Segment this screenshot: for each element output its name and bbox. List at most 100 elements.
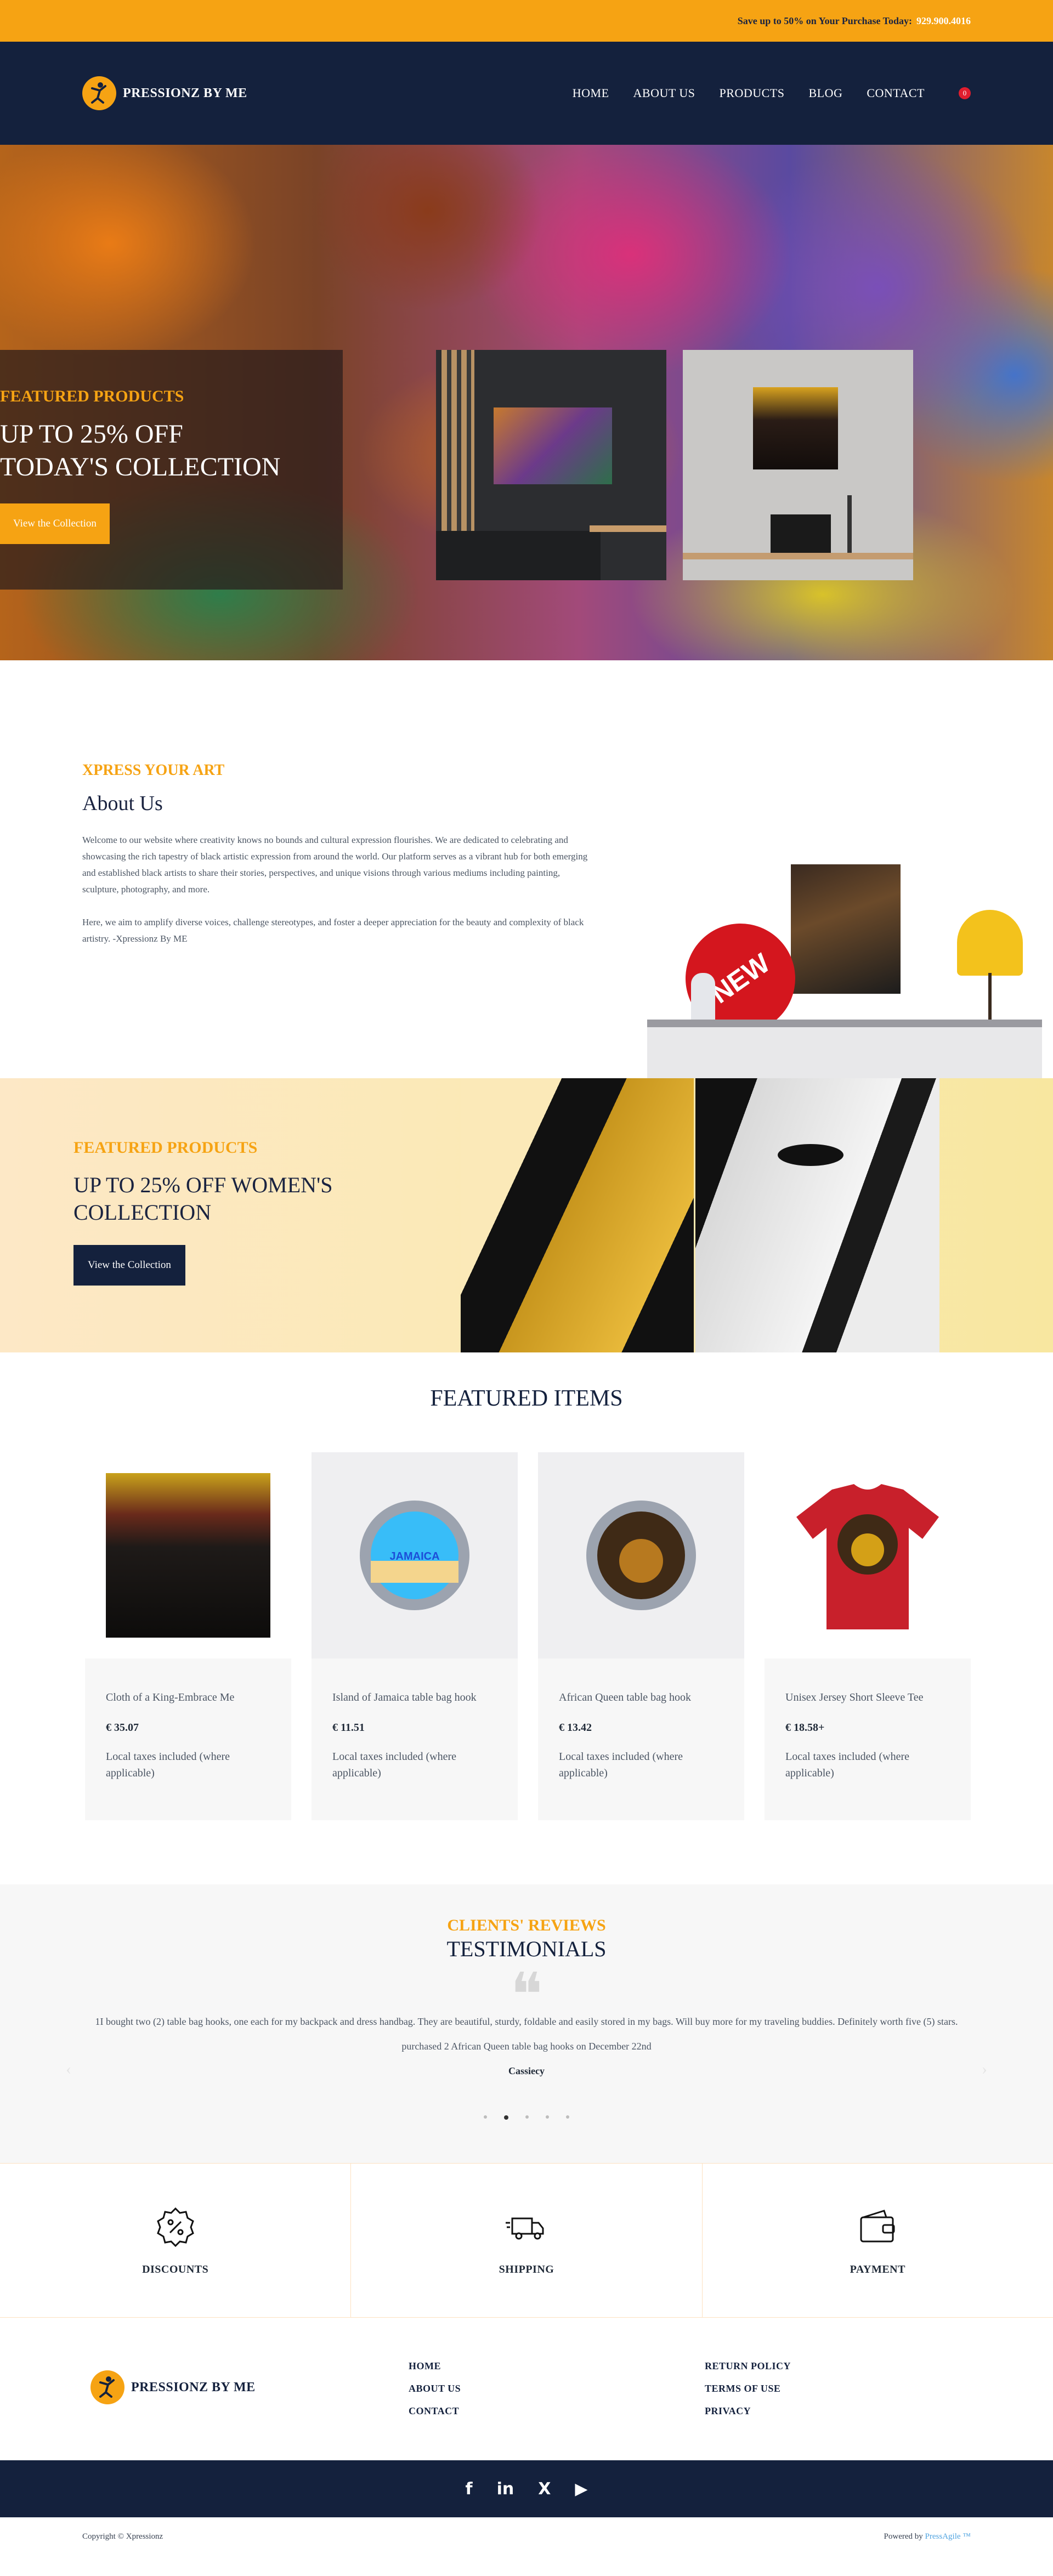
carousel-dot[interactable]	[546, 2115, 549, 2119]
product-card[interactable]: JAMAICA Island of Jamaica table bag hook…	[312, 1452, 518, 1820]
about-paragraph-1: Welcome to our website where creativity …	[82, 835, 588, 894]
nav-home[interactable]: HOME	[573, 86, 609, 100]
promo-text: Save up to 50% on Your Purchase Today:	[737, 15, 912, 26]
product-price: € 13.42	[559, 1722, 592, 1734]
nav-contact[interactable]: CONTACT	[867, 86, 925, 100]
gold-face-artwork	[461, 1078, 694, 1352]
about-section: XPRESS YOUR ART About Us Welcome to our …	[0, 660, 1053, 1083]
footer-logo-text: PRESSIONZ BY ME	[131, 2380, 256, 2394]
linkedin-icon[interactable]: in	[497, 2479, 514, 2499]
about-title: About Us	[82, 792, 163, 815]
product-name[interactable]: Unisex Jersey Short Sleeve Tee	[785, 1691, 950, 1704]
quote-icon: ❝	[510, 1960, 543, 2030]
product-price: € 18.58+	[785, 1722, 825, 1734]
phone-link[interactable]: 929.900.4016	[916, 15, 971, 27]
hero-room-image-1	[436, 350, 666, 580]
main-header: PRESSIONZ BY ME HOME ABOUT US PRODUCTS B…	[0, 42, 1053, 145]
product-name[interactable]: African Queen table bag hook	[559, 1691, 723, 1704]
about-text: XPRESS YOUR ART About Us Welcome to our …	[82, 762, 592, 947]
footer-link-terms[interactable]: TERMS OF USE	[705, 2383, 791, 2394]
footer-links-2: RETURN POLICY TERMS OF USE PRIVACY	[705, 2360, 791, 2417]
promo-title-line1: UP TO 25% OFF WOMEN'S	[73, 1173, 333, 1197]
product-name[interactable]: Island of Jamaica table bag hook	[332, 1691, 497, 1704]
shelf	[647, 1020, 1042, 1083]
hero-title: UP TO 25% OFF TODAY'S COLLECTION	[0, 418, 343, 484]
footer-link-return-policy[interactable]: RETURN POLICY	[705, 2360, 791, 2372]
about-image: NEW	[647, 715, 1053, 1083]
product-price: € 11.51	[332, 1722, 365, 1734]
nav-products[interactable]: PRODUCTS	[720, 86, 785, 100]
saxophone-painting	[791, 864, 901, 994]
product-tax-note: Local taxes included (where applicable)	[106, 1751, 230, 1779]
hook-label: JAMAICA	[389, 1550, 439, 1562]
site-logo[interactable]: PRESSIONZ BY ME	[82, 76, 247, 110]
footer-logo[interactable]: PRESSIONZ BY ME	[90, 2370, 256, 2404]
lamp	[957, 910, 1023, 976]
testimonial-reviewer: Cassiecy	[508, 2065, 545, 2076]
about-paragraph-2: Here, we aim to amplify diverse voices, …	[82, 917, 584, 944]
product-image[interactable]	[765, 1452, 971, 1658]
carousel-dot[interactable]	[504, 2115, 508, 2120]
logo-text: PRESSIONZ BY ME	[123, 86, 247, 100]
promo-topbar: Save up to 50% on Your Purchase Today: 9…	[0, 0, 1053, 42]
feature-discounts: DISCOUNTS	[0, 2164, 352, 2317]
promo-view-collection-button[interactable]: View the Collection	[73, 1245, 185, 1286]
footer-link-home[interactable]: HOME	[409, 2360, 461, 2372]
hero-view-collection-button[interactable]: View the Collection	[0, 503, 110, 544]
testimonials-title: TESTIMONIALS	[446, 1937, 607, 1961]
nav-about-us[interactable]: ABOUT US	[633, 86, 695, 100]
facebook-icon[interactable]: f	[466, 2479, 473, 2499]
copyright-text: Copyright © Xpressionz	[82, 2532, 163, 2541]
powered-brand-link[interactable]: PressAgile ™	[925, 2532, 971, 2541]
carousel-next-icon[interactable]: ›	[982, 2060, 987, 2079]
x-twitter-icon[interactable]: X	[538, 2479, 551, 2499]
product-grid: Cloth of a King-Embrace Me € 35.07 Local…	[85, 1452, 971, 1820]
product-card[interactable]: Unisex Jersey Short Sleeve Tee € 18.58+ …	[765, 1452, 971, 1820]
wallet-icon	[860, 2209, 895, 2242]
feature-label: PAYMENT	[850, 2263, 905, 2275]
product-price: € 35.07	[106, 1722, 139, 1734]
truck-icon	[505, 2217, 544, 2239]
carousel-dots	[0, 2115, 1053, 2120]
testimonials-section: CLIENTS' REVIEWS TESTIMONIALS ❝ 1I bough…	[0, 1884, 1053, 2163]
footer-link-about-us[interactable]: ABOUT US	[409, 2383, 461, 2394]
social-bar: f in X ▶	[0, 2460, 1053, 2517]
feature-label: DISCOUNTS	[142, 2263, 209, 2275]
product-tax-note: Local taxes included (where applicable)	[332, 1751, 457, 1779]
youtube-icon[interactable]: ▶	[575, 2479, 587, 2499]
feature-label: SHIPPING	[499, 2263, 554, 2275]
logo-icon	[90, 2370, 124, 2404]
carousel-dot[interactable]	[525, 2115, 529, 2119]
cart-count-badge[interactable]: 0	[959, 87, 971, 99]
site-footer: PRESSIONZ BY ME HOME ABOUT US CONTACT RE…	[0, 2318, 1053, 2460]
product-image[interactable]: JAMAICA	[312, 1452, 518, 1658]
hero-title-line1: UP TO 25% OFF	[0, 420, 183, 449]
hero-overlay: FEATURED PRODUCTS UP TO 25% OFF TODAY'S …	[0, 350, 343, 590]
product-name[interactable]: Cloth of a King-Embrace Me	[106, 1691, 270, 1704]
footer-links-1: HOME ABOUT US CONTACT	[409, 2360, 461, 2417]
carousel-prev-icon[interactable]: ‹	[66, 2060, 71, 2079]
feature-shipping: SHIPPING	[351, 2164, 703, 2317]
testimonial-purchase-note: purchased 2 African Queen table bag hook…	[401, 2041, 652, 2052]
product-card[interactable]: African Queen table bag hook € 13.42 Loc…	[538, 1452, 744, 1820]
carousel-dot[interactable]	[566, 2115, 569, 2119]
product-image[interactable]	[538, 1452, 744, 1658]
features-strip: DISCOUNTS SHIPPING PAYMENT	[0, 2163, 1053, 2318]
monochrome-face-artwork	[695, 1078, 939, 1352]
copyright-bar: Copyright © Xpressionz Powered by PressA…	[0, 2517, 1053, 2556]
nav-blog[interactable]: BLOG	[808, 86, 842, 100]
testimonials-kicker: CLIENTS' REVIEWS	[447, 1916, 606, 1934]
product-card[interactable]: Cloth of a King-Embrace Me € 35.07 Local…	[85, 1452, 291, 1820]
hero-title-line2: TODAY'S COLLECTION	[0, 452, 281, 482]
footer-link-privacy[interactable]: PRIVACY	[705, 2405, 791, 2417]
hero-banner: FEATURED PRODUCTS UP TO 25% OFF TODAY'S …	[0, 145, 1053, 660]
discount-icon	[156, 2207, 194, 2247]
promo-kicker: FEATURED PRODUCTS	[73, 1139, 258, 1157]
product-image[interactable]	[85, 1452, 291, 1658]
footer-link-contact[interactable]: CONTACT	[409, 2405, 461, 2417]
powered-prefix: Powered by	[884, 2532, 923, 2541]
testimonial-quote: 1I bought two (2) table bag hooks, one e…	[95, 2016, 958, 2027]
promo-title-line2: COLLECTION	[73, 1200, 212, 1225]
carousel-dot[interactable]	[484, 2115, 487, 2119]
main-nav: HOME ABOUT US PRODUCTS BLOG CONTACT 0	[573, 86, 971, 100]
